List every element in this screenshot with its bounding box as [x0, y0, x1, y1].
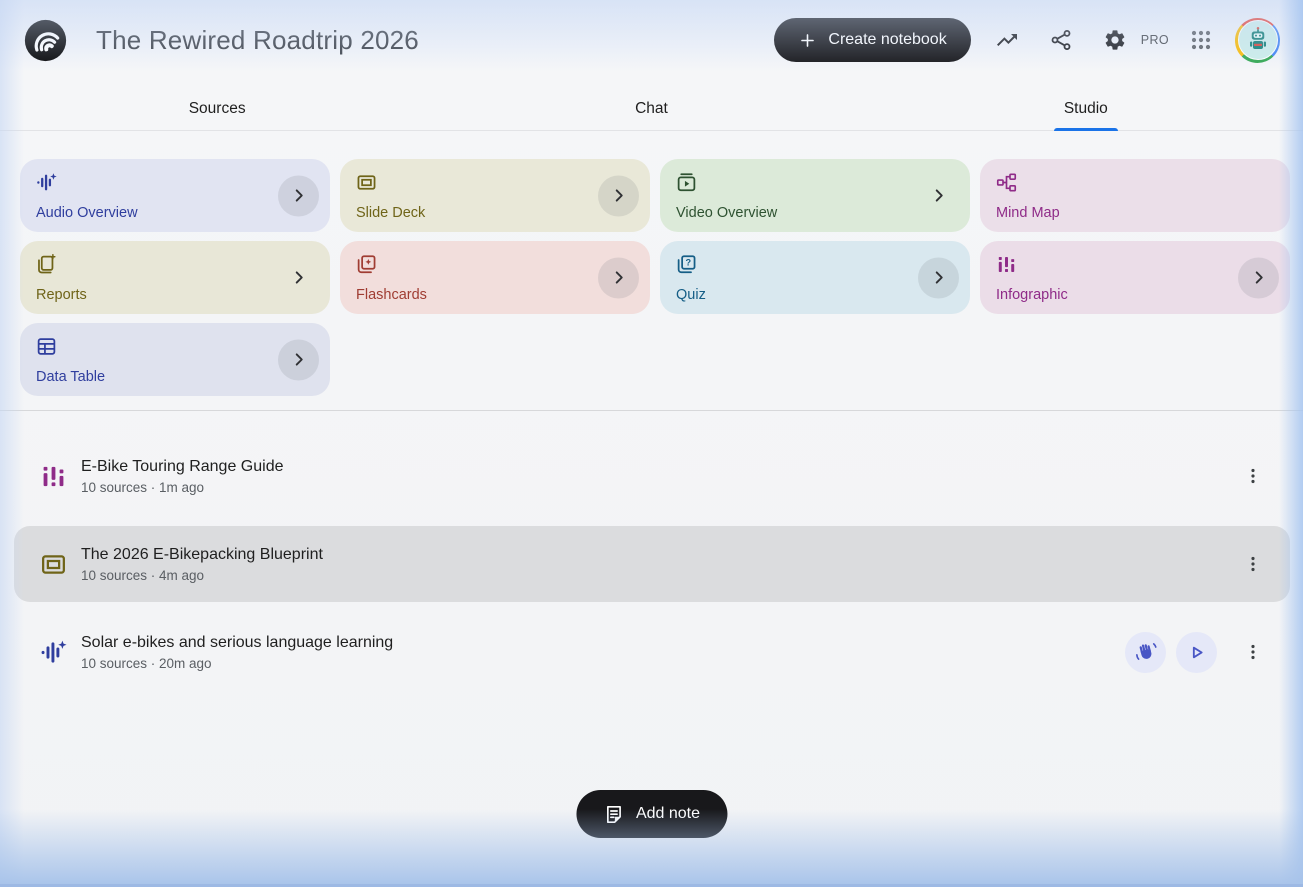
studio-card-label: Mind Map	[996, 205, 1060, 221]
artifact-row-the-2026-e-bikepacking-blueprint[interactable]: The 2026 E-Bikepacking Blueprint 10 sour…	[14, 526, 1290, 602]
studio-card-audio-overview[interactable]: Audio Overview	[20, 159, 330, 232]
studio-card-slide-deck[interactable]: Slide Deck	[340, 159, 650, 232]
chevron-right-icon[interactable]	[598, 257, 639, 298]
studio-card-quiz[interactable]: ? Quiz	[660, 241, 970, 314]
create-notebook-button[interactable]: Create notebook	[774, 18, 971, 62]
artifact-title: Solar e-bikes and serious language learn…	[81, 633, 394, 651]
artifact-meta: 10 sources · 4m ago	[81, 567, 205, 583]
studio-card-infographic[interactable]: Infographic	[980, 241, 1290, 314]
artifact-actions	[1227, 546, 1265, 582]
active-tab-underline	[1053, 128, 1118, 131]
data-table-icon	[36, 336, 57, 357]
svg-text:?: ?	[686, 258, 692, 268]
artifact-title: E-Bike Touring Range Guide	[81, 457, 284, 475]
artifact-list: E-Bike Touring Range Guide 10 sources · …	[14, 438, 1290, 690]
chevron-right-icon[interactable]	[278, 339, 319, 380]
video-overview-icon	[676, 172, 697, 193]
artifact-text: E-Bike Touring Range Guide 10 sources · …	[81, 458, 284, 495]
play-button[interactable]	[1176, 631, 1217, 673]
studio-card-label: Audio Overview	[36, 205, 138, 221]
plus-icon	[798, 31, 817, 50]
studio-card-label: Reports	[36, 287, 87, 303]
tab-studio[interactable]: Studio	[869, 88, 1303, 131]
audio-waveform-icon	[40, 639, 67, 666]
add-note-button[interactable]: Add note	[575, 790, 728, 838]
header: The Rewired Roadtrip 2026 Create noteboo…	[0, 12, 1303, 68]
studio-card-label: Data Table	[36, 369, 106, 385]
pro-badge: PRO	[1140, 33, 1169, 47]
reports-icon	[36, 254, 57, 275]
kebab-menu-icon[interactable]	[1241, 546, 1265, 582]
analytics-trending-icon[interactable]	[985, 18, 1029, 62]
artifact-title: The 2026 E-Bikepacking Blueprint	[81, 545, 323, 563]
tab-chat[interactable]: Chat	[434, 88, 868, 130]
studio-card-flashcards[interactable]: Flashcards	[340, 241, 650, 314]
slide-deck-icon	[40, 551, 67, 578]
studio-card-video-overview[interactable]: Video Overview	[660, 159, 970, 232]
studio-card-label: Slide Deck	[356, 205, 426, 221]
infographic-icon	[40, 463, 67, 490]
header-actions: Create notebook PRO	[774, 17, 1280, 63]
artifact-actions	[1227, 458, 1265, 494]
studio-card-reports[interactable]: Reports	[20, 241, 330, 314]
quiz-icon: ?	[676, 254, 697, 275]
apps-grid-icon[interactable]	[1179, 18, 1223, 62]
kebab-menu-icon[interactable]	[1241, 634, 1265, 670]
studio-card-label: Quiz	[676, 287, 706, 303]
studio-card-data-table[interactable]: Data Table	[20, 323, 330, 396]
settings-gear-icon[interactable]	[1093, 18, 1137, 62]
studio-grid: Audio Overview Slide Deck Video Overview…	[20, 159, 1290, 396]
user-avatar[interactable]	[1235, 17, 1280, 63]
chevron-right-icon[interactable]	[278, 257, 319, 298]
tab-bar: Sources Chat Studio	[0, 88, 1303, 131]
mind-map-icon	[996, 172, 1017, 193]
chevron-right-icon[interactable]	[918, 257, 959, 298]
studio-card-label: Flashcards	[356, 287, 427, 303]
tab-sources[interactable]: Sources	[0, 88, 434, 130]
notebooklm-logo-icon[interactable]	[23, 18, 68, 63]
slide-deck-icon	[356, 172, 377, 193]
kebab-menu-icon[interactable]	[1241, 458, 1265, 494]
artifact-row-solar-e-bikes-and-serious-language-learning[interactable]: Solar e-bikes and serious language learn…	[14, 614, 1290, 690]
avatar-robot-image	[1237, 20, 1278, 60]
artifact-row-e-bike-touring-range-guide[interactable]: E-Bike Touring Range Guide 10 sources · …	[14, 438, 1290, 514]
share-icon[interactable]	[1039, 18, 1083, 62]
notebook-title[interactable]: The Rewired Roadtrip 2026	[96, 25, 419, 56]
studio-card-label: Video Overview	[676, 205, 778, 221]
audio-waveform-icon	[36, 172, 57, 193]
artifact-text: Solar e-bikes and serious language learn…	[81, 634, 393, 671]
artifact-actions	[1125, 631, 1265, 673]
chevron-right-icon[interactable]	[278, 175, 319, 216]
artifact-meta: 10 sources · 1m ago	[81, 479, 205, 495]
flashcards-icon	[356, 254, 377, 275]
chevron-right-icon[interactable]	[1238, 257, 1279, 298]
chevron-right-icon[interactable]	[918, 175, 959, 216]
studio-card-label: Infographic	[996, 287, 1068, 303]
artifact-text: The 2026 E-Bikepacking Blueprint 10 sour…	[81, 546, 323, 583]
notebooklm-studio-page: The Rewired Roadtrip 2026 Create noteboo…	[0, 0, 1303, 887]
interactive-mode-button[interactable]	[1125, 631, 1166, 673]
section-divider	[0, 410, 1303, 411]
infographic-icon	[996, 254, 1017, 275]
artifact-meta: 10 sources · 20m ago	[81, 655, 212, 671]
chevron-right-icon[interactable]	[598, 175, 639, 216]
note-icon	[603, 804, 624, 825]
studio-card-mind-map[interactable]: Mind Map	[980, 159, 1290, 232]
